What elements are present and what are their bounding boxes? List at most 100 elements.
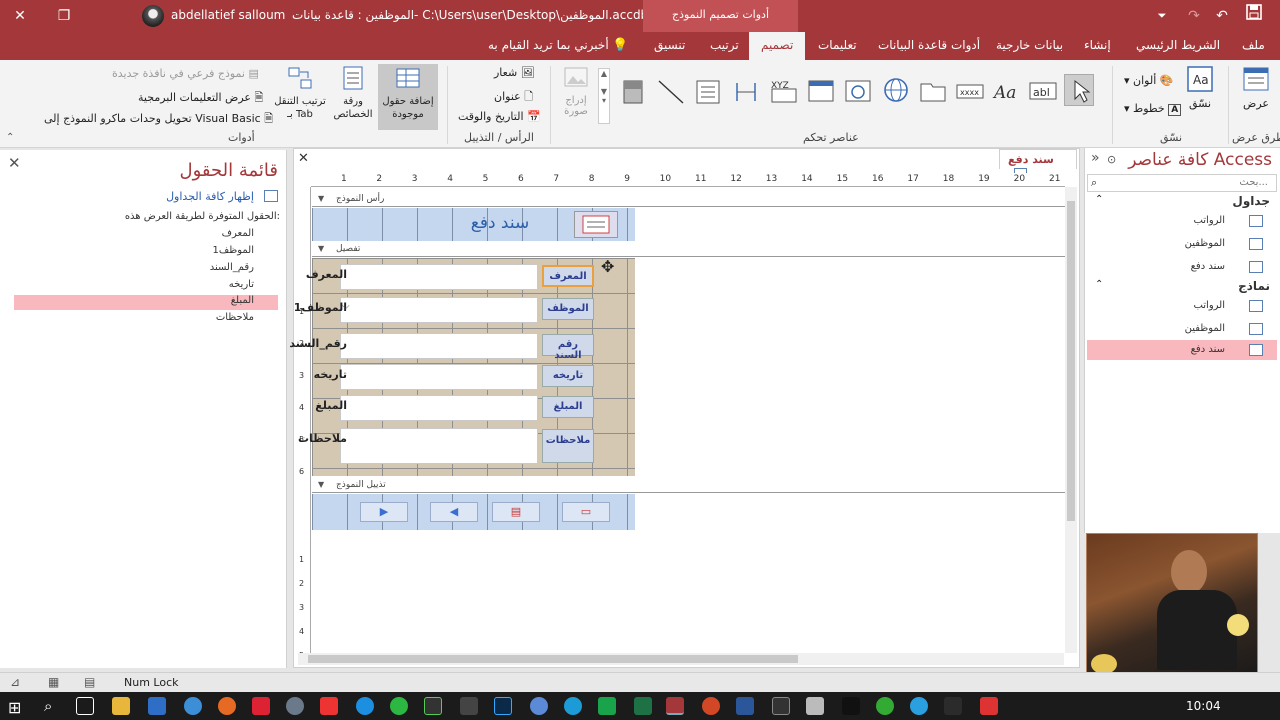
tab-database-tools[interactable]: أدوات قاعدة البيانات <box>878 38 980 52</box>
app-icon[interactable] <box>320 697 338 715</box>
app-icon[interactable] <box>876 697 894 715</box>
chevron-down-icon[interactable]: ⊙ <box>1107 153 1116 166</box>
colors-button[interactable]: ▾ ألوان 🎨 <box>1124 74 1173 87</box>
app-icon[interactable] <box>252 697 270 715</box>
form-footer-section[interactable]: ▶ ◀ ▤ ▭ <box>312 494 635 530</box>
textbox-control-icon[interactable]: abl <box>1027 74 1057 106</box>
close-document-icon[interactable]: ✕ <box>298 151 309 166</box>
page-break-icon[interactable] <box>730 74 760 106</box>
tab-home[interactable]: الشريط الرئيسي <box>1136 38 1220 52</box>
search-input[interactable]: بحث... <box>1087 174 1277 192</box>
detail-section[interactable]: المعرف المعرف الموظف1 ⌵ الموظف رقم_السند… <box>289 258 635 476</box>
gallery-scroll[interactable]: ▲ ▼ ▾ <box>598 68 610 124</box>
tab-control-icon[interactable] <box>917 74 947 106</box>
app-icon[interactable] <box>460 697 478 715</box>
insert-image-button[interactable]: إدراج صورة <box>558 64 594 128</box>
user-avatar[interactable] <box>142 5 164 27</box>
word-icon[interactable] <box>736 697 754 715</box>
collapse-group-icon[interactable]: ⌃ <box>1095 279 1103 290</box>
horizontal-scrollbar[interactable] <box>298 653 1064 665</box>
date-time-button[interactable]: التاريخ والوقت 📅 <box>458 110 541 123</box>
field-label[interactable]: الموظف <box>542 298 594 320</box>
tab-create[interactable]: إنشاء <box>1084 38 1111 52</box>
tables-group-header[interactable]: جداول <box>1232 194 1270 208</box>
tab-format[interactable]: تنسيق <box>654 38 685 52</box>
app-icon[interactable] <box>530 697 548 715</box>
collapse-group-icon[interactable]: ⌃ <box>1095 194 1103 205</box>
nav-table-item[interactable]: الموظفين <box>1087 234 1277 254</box>
show-all-tables-link[interactable]: إظهار كافة الجداول <box>166 190 254 203</box>
close-icon[interactable]: ✕ <box>8 154 21 172</box>
skype-icon[interactable] <box>564 697 582 715</box>
button-control-icon[interactable]: xxxx <box>954 74 984 106</box>
navigation-control-icon[interactable] <box>805 74 835 106</box>
app-icon[interactable] <box>944 697 962 715</box>
nav-table-item[interactable]: سند دفع <box>1087 257 1277 277</box>
calculator-icon[interactable] <box>806 697 824 715</box>
delete-record-button[interactable]: ▤ <box>492 502 540 522</box>
select-pointer-icon[interactable] <box>1064 74 1094 106</box>
next-record-button[interactable]: ▶ <box>360 502 408 522</box>
form-logo-icon[interactable] <box>574 211 618 238</box>
task-view-icon[interactable] <box>76 697 94 715</box>
field-list-item[interactable]: رقم_السند <box>14 262 278 277</box>
fonts-button[interactable]: ▾ خطوط A <box>1124 102 1182 116</box>
notes-textbox[interactable]: ملاحظات <box>298 428 538 464</box>
vertical-scrollbar[interactable] <box>1065 187 1077 653</box>
document-tab[interactable]: سند دفع <box>999 149 1077 179</box>
detail-bar[interactable]: تفصيل <box>312 243 1065 257</box>
edge-icon[interactable] <box>184 697 202 715</box>
close-window-button[interactable]: ✕ <box>8 4 32 28</box>
customize-qat-icon[interactable]: ⏷ <box>1150 4 1174 28</box>
field-textbox[interactable]: تاريخه <box>314 364 538 390</box>
app-icon[interactable] <box>598 697 616 715</box>
photoshop-icon[interactable] <box>494 697 512 715</box>
previous-record-button[interactable]: ◀ <box>430 502 478 522</box>
themes-button[interactable]: Aa نسّق <box>1180 64 1220 128</box>
field-label[interactable]: المعرف <box>542 265 594 287</box>
app-icon[interactable] <box>424 697 442 715</box>
form-footer-bar[interactable]: تذييل النموذج <box>312 479 1065 493</box>
redo-icon[interactable]: ↷ <box>1182 4 1206 28</box>
nav-table-item[interactable]: الرواتب <box>1087 211 1277 231</box>
windows-start-icon[interactable]: ⊞ <box>8 698 21 717</box>
app-icon[interactable] <box>980 697 998 715</box>
mail-icon[interactable] <box>148 697 166 715</box>
new-record-button[interactable]: ▭ <box>562 502 610 522</box>
tab-file[interactable]: ملف <box>1242 38 1265 52</box>
hyperlink-control-icon[interactable] <box>880 74 910 106</box>
web-browser-control-icon[interactable] <box>842 74 872 106</box>
tab-external-data[interactable]: بيانات خارجية <box>996 38 1063 52</box>
nav-form-item-selected[interactable]: سند دفع <box>1087 340 1277 360</box>
search-icon[interactable]: ⌕ <box>1091 176 1097 190</box>
forms-group-header[interactable]: نماذج <box>1238 279 1270 293</box>
tab-arrange[interactable]: ترتيب <box>710 38 739 52</box>
nav-form-item[interactable]: الموظفين <box>1087 319 1277 339</box>
design-view-icon[interactable]: ▤ <box>84 675 95 689</box>
app-icon[interactable] <box>286 697 304 715</box>
tell-me-search[interactable]: أخبرني بما تريد القيام به <box>488 38 609 52</box>
collapse-ribbon-icon[interactable]: ⌃ <box>6 132 14 143</box>
tab-help[interactable]: تعليمات <box>818 38 857 52</box>
app-icon[interactable] <box>910 697 928 715</box>
whatsapp-icon[interactable] <box>390 697 408 715</box>
option-group-icon[interactable]: XYZ <box>768 74 798 106</box>
field-label[interactable]: ملاحظات <box>542 429 594 463</box>
collapse-pane-icon[interactable]: » <box>1091 150 1100 166</box>
tab-design[interactable]: تصميم <box>749 32 806 60</box>
field-list-item[interactable]: ملاحظات <box>14 312 278 327</box>
form-header-section[interactable]: سند دفع <box>312 208 635 241</box>
save-icon[interactable] <box>1242 4 1266 28</box>
toggle-button-icon[interactable] <box>617 74 647 106</box>
add-existing-fields-button[interactable]: إضافة حقول موجودة <box>378 64 438 130</box>
title-button[interactable]: عنوان 🗋 <box>494 88 533 107</box>
field-list-item[interactable]: المعرف <box>14 228 278 243</box>
clock[interactable]: 10:04 <box>1186 699 1221 713</box>
field-combobox[interactable]: الموظف1 <box>294 297 538 323</box>
field-textbox[interactable]: المعرف <box>306 264 538 290</box>
powerpoint-icon[interactable] <box>702 697 720 715</box>
logo-button[interactable]: شعار 🖼 <box>494 66 535 79</box>
user-name[interactable]: abdellatief salloum <box>171 8 285 22</box>
field-label[interactable]: رقم السند <box>542 334 594 361</box>
excel-icon[interactable] <box>634 697 652 715</box>
